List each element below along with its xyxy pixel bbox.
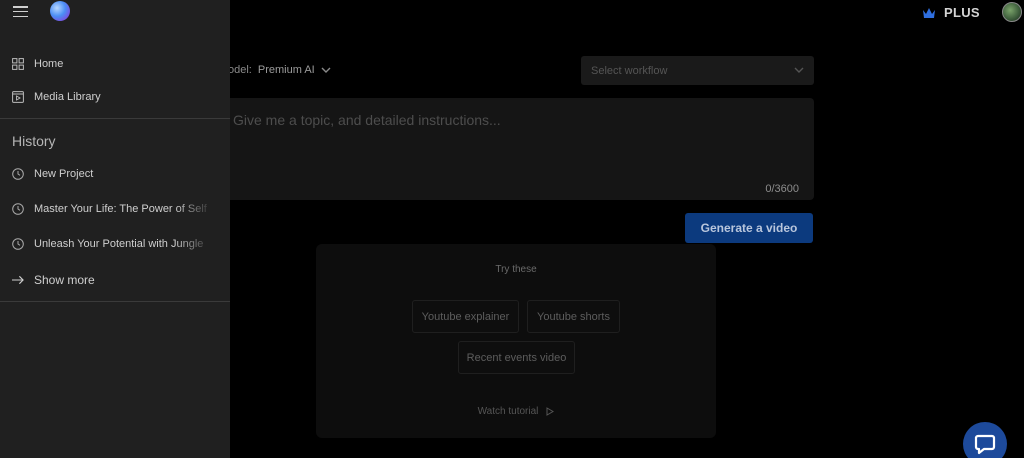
history-item[interactable]: Unleash Your Potential with Jungle [0, 230, 230, 258]
sidebar-item-home[interactable]: Home [0, 50, 230, 78]
sidebar-item-label: Home [34, 58, 64, 70]
history-item-label: Unleash Your Potential with Jungle [34, 238, 204, 250]
history-item[interactable]: Master Your Life: The Power of Self [0, 195, 230, 223]
history-item[interactable]: New Project [0, 160, 230, 188]
media-library-icon [12, 91, 24, 103]
avatar[interactable] [1002, 2, 1022, 22]
history-item-label: Master Your Life: The Power of Self [34, 203, 207, 215]
grid-icon [12, 58, 24, 70]
sidebar: Home Media Library History New Project M… [0, 0, 230, 458]
prompt-placeholder: Give me a topic, and detailed instructio… [233, 112, 501, 128]
chat-support-button[interactable] [963, 422, 1007, 458]
model-label: odel: [228, 64, 252, 76]
clock-icon [12, 203, 24, 215]
watch-tutorial-link[interactable]: Watch tutorial [316, 406, 716, 417]
generate-video-button[interactable]: Generate a video [685, 213, 813, 243]
workflow-select[interactable]: Select workflow [581, 56, 814, 85]
try-these-panel: Try these Youtube explainer Youtube shor… [316, 244, 716, 438]
history-title: History [12, 133, 56, 149]
plan-badge[interactable]: PLUS [922, 5, 980, 20]
arrow-right-icon [12, 275, 24, 285]
menu-icon[interactable] [13, 6, 28, 17]
suggestion-recent-events-video[interactable]: Recent events video [458, 341, 575, 374]
sidebar-item-media-library[interactable]: Media Library [0, 83, 230, 111]
history-item-label: New Project [34, 168, 94, 180]
watch-tutorial-label: Watch tutorial [477, 406, 539, 417]
try-these-title: Try these [495, 264, 537, 275]
sidebar-divider [0, 118, 230, 119]
show-more-label: Show more [34, 273, 95, 287]
crown-icon [923, 7, 935, 18]
suggestion-youtube-explainer[interactable]: Youtube explainer [412, 300, 519, 333]
app-logo[interactable] [50, 1, 70, 21]
chevron-down-icon [321, 67, 331, 73]
model-selector[interactable]: odel: Premium AI [228, 64, 331, 76]
clock-icon [12, 238, 24, 250]
model-value: Premium AI [257, 64, 315, 76]
sidebar-header [0, 0, 230, 24]
prompt-textarea[interactable]: Give me a topic, and detailed instructio… [216, 98, 814, 200]
clock-icon [12, 168, 24, 180]
sidebar-divider [0, 301, 230, 302]
sidebar-item-label: Media Library [34, 91, 101, 103]
chat-bubble-icon [974, 434, 996, 455]
char-counter: 0/3600 [765, 183, 799, 195]
chevron-down-icon [794, 67, 804, 73]
workflow-placeholder: Select workflow [591, 64, 668, 77]
play-icon [546, 407, 555, 416]
suggestion-youtube-shorts[interactable]: Youtube shorts [527, 300, 620, 333]
plan-label: PLUS [944, 5, 980, 20]
show-more-button[interactable]: Show more [0, 266, 230, 294]
